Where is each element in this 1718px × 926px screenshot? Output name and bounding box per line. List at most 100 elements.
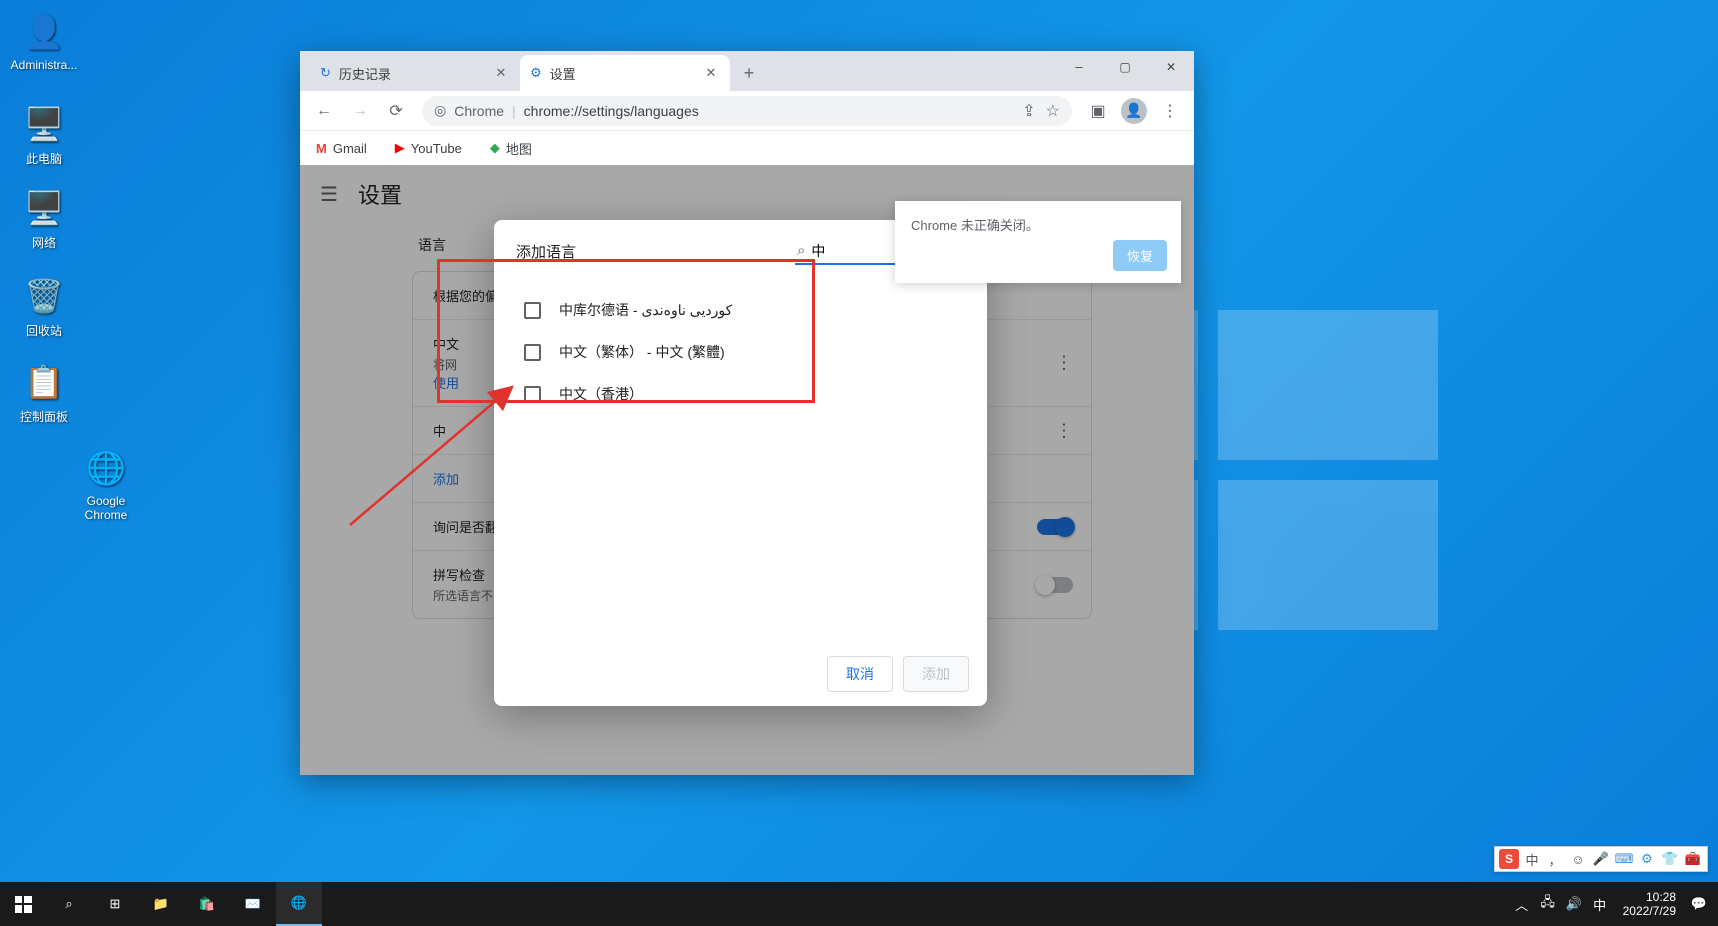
- windows-icon: [15, 896, 32, 913]
- menu-icon[interactable]: ⋮: [1154, 95, 1186, 127]
- tray-volume-icon[interactable]: 🔊: [1563, 882, 1585, 926]
- bookmark-gmail[interactable]: M Gmail: [310, 137, 373, 160]
- ime-emoji-icon[interactable]: ☺: [1568, 849, 1588, 869]
- forward-button: →: [344, 95, 376, 127]
- desktop-icon[interactable]: 🌐 Google Chrome: [66, 446, 146, 522]
- add-button[interactable]: 添加: [903, 656, 969, 692]
- close-icon[interactable]: ✕: [702, 64, 720, 82]
- ime-skin-icon[interactable]: ⚙: [1637, 849, 1657, 869]
- checkbox[interactable]: [524, 386, 541, 403]
- tray-network-icon[interactable]: 🖧: [1537, 882, 1559, 926]
- mail-button[interactable]: ✉️: [230, 882, 276, 926]
- desktop-icon[interactable]: 📋 控制面板: [4, 360, 84, 425]
- taskbar: ⌕ ⊞ 📁 🛍️ ✉️ 🌐 ︿ 🖧 🔊 中 10:28 2022/7/29 💬: [0, 882, 1718, 926]
- maximize-button[interactable]: ▢: [1102, 51, 1148, 83]
- bookmark-star-icon[interactable]: ☆: [1046, 101, 1060, 121]
- language-list: 中库尔德语 - کوردیی ناوەندی 中文（繁体） - 中文 (繁體) …: [494, 275, 987, 642]
- dialog-footer: 取消 添加: [494, 642, 987, 706]
- bookmark-youtube[interactable]: ▶ YouTube: [389, 136, 468, 160]
- desktop-icon[interactable]: 🖥️ 网络: [4, 186, 84, 251]
- tab-strip: ↻ 历史记录 ✕ ⚙ 设置 ✕ + — ▢ ✕: [300, 51, 1194, 91]
- desktop-icon[interactable]: 👤Administra...: [4, 10, 84, 72]
- share-icon[interactable]: ⇪: [1022, 101, 1035, 121]
- toolbar: ← → ⟳ ◎ Chrome | chrome://settings/langu…: [300, 91, 1194, 131]
- start-button[interactable]: [0, 882, 46, 926]
- tray-date: 2022/7/29: [1623, 904, 1676, 918]
- store-button[interactable]: 🛍️: [184, 882, 230, 926]
- ime-keyboard-icon[interactable]: ⌨: [1614, 849, 1634, 869]
- search-button[interactable]: ⌕: [46, 882, 92, 926]
- explorer-button[interactable]: 📁: [138, 882, 184, 926]
- close-icon[interactable]: ✕: [492, 64, 510, 82]
- store-icon: 🛍️: [199, 896, 215, 912]
- list-item[interactable]: 中库尔德语 - کوردیی ناوەندی: [494, 289, 987, 331]
- ime-lang-label[interactable]: 中: [1522, 849, 1542, 869]
- chrome-window: ↻ 历史记录 ✕ ⚙ 设置 ✕ + — ▢ ✕ ← → ⟳ ◎ Chrome |…: [300, 51, 1194, 775]
- app-icon: 👤: [22, 10, 66, 54]
- search-icon: ⌕: [797, 242, 805, 259]
- chrome-icon: 🌐: [291, 895, 307, 911]
- list-item[interactable]: 中文（香港）: [494, 373, 987, 415]
- action-center-icon[interactable]: 💬: [1688, 882, 1710, 926]
- reload-button[interactable]: ⟳: [380, 95, 412, 127]
- search-icon: ⌕: [65, 896, 72, 912]
- icon-label: 网络: [4, 234, 84, 251]
- tab-history-title: 历史记录: [339, 64, 391, 83]
- checkbox[interactable]: [524, 302, 541, 319]
- ime-punct-icon[interactable]: ，: [1545, 849, 1565, 869]
- tray-clock[interactable]: 10:28 2022/7/29: [1615, 890, 1684, 919]
- tray-expand-icon[interactable]: ︿: [1511, 882, 1533, 926]
- tray-ime-icon[interactable]: 中: [1589, 882, 1611, 926]
- url-prefix: Chrome: [454, 103, 504, 119]
- checkbox[interactable]: [524, 344, 541, 361]
- ime-toolbox-icon[interactable]: 🧰: [1683, 849, 1703, 869]
- chrome-taskbar-button[interactable]: 🌐: [276, 882, 322, 926]
- gmail-icon: M: [316, 141, 327, 156]
- tab-settings-title: 设置: [550, 64, 576, 83]
- taskview-icon: ⊞: [110, 896, 121, 912]
- sogou-icon[interactable]: S: [1499, 849, 1519, 869]
- side-panel-icon[interactable]: ▣: [1082, 95, 1114, 127]
- system-tray: ︿ 🖧 🔊 中 10:28 2022/7/29 💬: [1511, 882, 1718, 926]
- desktop-icon[interactable]: 🖥️ 此电脑: [4, 102, 84, 167]
- icon-label: 此电脑: [4, 150, 84, 167]
- tab-history[interactable]: ↻ 历史记录 ✕: [310, 55, 520, 91]
- profile-avatar[interactable]: 👤: [1118, 95, 1150, 127]
- app-icon: 🖥️: [22, 186, 66, 230]
- folder-icon: 📁: [153, 896, 169, 912]
- chrome-icon: ◎: [434, 102, 446, 119]
- list-item[interactable]: 中文（繁体） - 中文 (繁體): [494, 331, 987, 373]
- cancel-button[interactable]: 取消: [827, 656, 893, 692]
- dialog-title: 添加语言: [516, 241, 576, 262]
- ime-tool-icon[interactable]: 👕: [1660, 849, 1680, 869]
- bookmarks-bar: M Gmail ▶ YouTube ◆ 地图: [300, 131, 1194, 165]
- icon-label: Google Chrome: [66, 494, 146, 522]
- url-path: chrome://settings/languages: [524, 103, 699, 119]
- new-tab-button[interactable]: +: [734, 58, 764, 88]
- address-bar[interactable]: ◎ Chrome | chrome://settings/languages ⇪…: [422, 96, 1072, 126]
- desktop-icon[interactable]: 🗑️ 回收站: [4, 274, 84, 339]
- back-button[interactable]: ←: [308, 95, 340, 127]
- app-icon: 🗑️: [22, 274, 66, 318]
- ime-mic-icon[interactable]: 🎤: [1591, 849, 1611, 869]
- app-icon: 📋: [22, 360, 66, 404]
- app-icon: 🖥️: [22, 102, 66, 146]
- minimize-button[interactable]: —: [1056, 51, 1102, 83]
- gear-icon: ⚙: [530, 65, 542, 81]
- icon-label: 回收站: [4, 322, 84, 339]
- icon-label: 控制面板: [4, 408, 84, 425]
- bookmark-maps[interactable]: ◆ 地图: [484, 135, 538, 162]
- task-view-button[interactable]: ⊞: [92, 882, 138, 926]
- mail-icon: ✉️: [245, 896, 261, 912]
- restore-notification: Chrome 未正确关闭。 恢复: [895, 201, 1181, 283]
- history-icon: ↻: [320, 65, 331, 81]
- window-controls: — ▢ ✕: [1056, 51, 1194, 87]
- tray-time: 10:28: [1623, 890, 1676, 904]
- add-language-dialog: 添加语言 ⌕ ✕ 中库尔德语 - کوردیی ناوەندی 中文（繁体） -…: [494, 220, 987, 706]
- app-icon: 🌐: [84, 446, 128, 490]
- ime-toolbar[interactable]: S 中 ， ☺ 🎤 ⌨ ⚙ 👕 🧰: [1494, 846, 1708, 872]
- youtube-icon: ▶: [395, 140, 405, 156]
- tab-settings[interactable]: ⚙ 设置 ✕: [520, 55, 730, 91]
- close-button[interactable]: ✕: [1148, 51, 1194, 83]
- restore-button[interactable]: 恢复: [1113, 240, 1167, 271]
